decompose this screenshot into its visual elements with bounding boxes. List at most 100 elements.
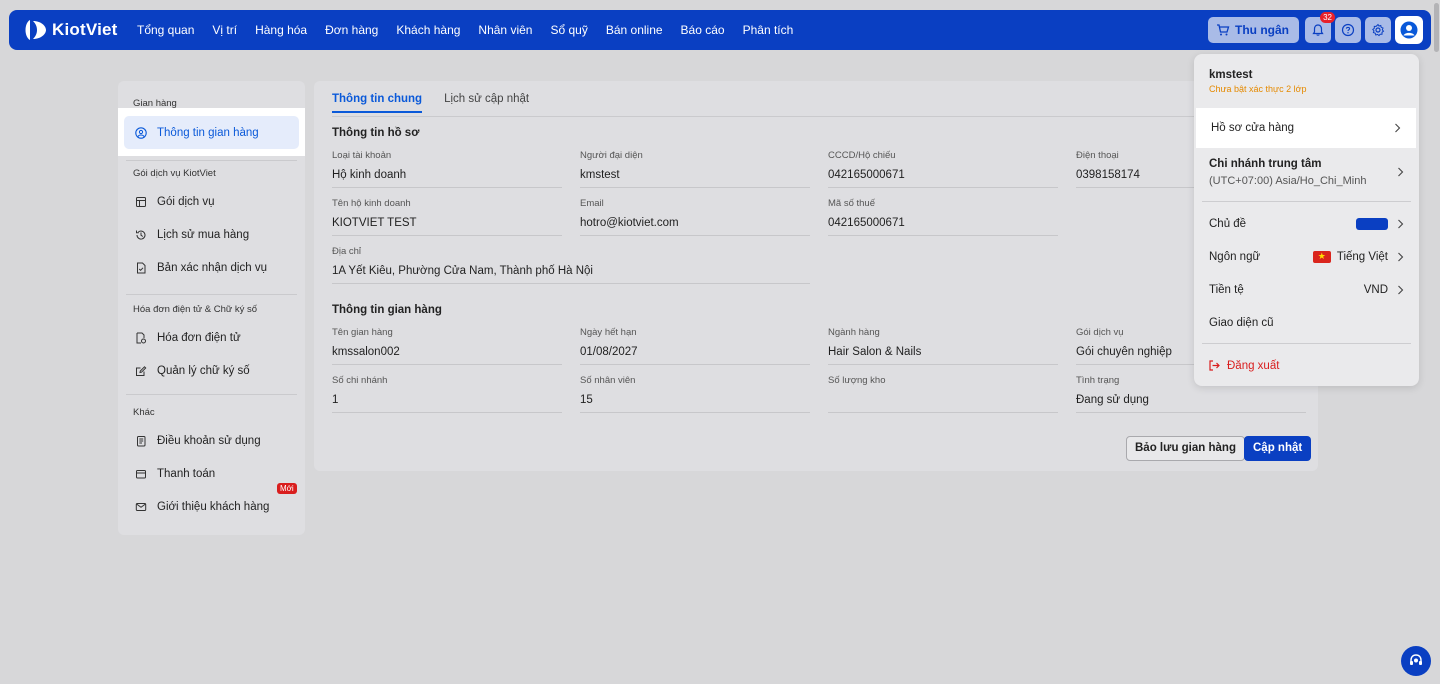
username: kmstest (1209, 69, 1253, 81)
menu-item-label: Hồ sơ cửa hàng (1211, 122, 1295, 134)
nav-item-so-quy[interactable]: Sổ quỹ (550, 23, 587, 37)
settings-button[interactable] (1365, 17, 1391, 43)
field-value (828, 389, 1058, 413)
menu-item-logout[interactable]: Đăng xuất (1194, 349, 1419, 382)
nav-item-ban-online[interactable]: Bán online (606, 23, 663, 37)
sidebar-item-label: Giới thiệu khách hàng (157, 501, 270, 513)
sidebar-item-referral[interactable]: Giới thiệu khách hàng Mới (124, 483, 299, 523)
menu-item-branch[interactable]: Chi nhánh trung tâm (UTC+07:00) Asia/Ho_… (1194, 152, 1419, 192)
divider (1202, 343, 1411, 344)
notification-button[interactable]: 32 (1305, 12, 1335, 43)
chevron-right-icon (1398, 285, 1404, 294)
menu-item-old-ui[interactable]: Giao diện cũ (1194, 306, 1419, 339)
backup-store-button[interactable]: Bảo lưu gian hàng (1126, 436, 1245, 461)
sidebar-item-einvoice[interactable]: Hóa đơn điện tử (124, 322, 299, 354)
document-check-icon (137, 262, 146, 274)
logout-icon (1209, 360, 1220, 371)
user-info: kmstest Chưa bật xác thực 2 lớp (1209, 69, 1307, 94)
cashier-button[interactable]: Thu ngân (1208, 17, 1299, 43)
field-value: kmssalon002 (332, 341, 562, 365)
chevron-right-icon (1398, 167, 1404, 177)
nav-item-hang-hoa[interactable]: Hàng hóa (255, 23, 307, 37)
sidebar-item-service-confirmation[interactable]: Bản xác nhận dịch vụ (124, 252, 299, 284)
field-label: Số chi nhánh (332, 375, 388, 386)
field-label: Người đại diện (580, 150, 643, 161)
field-value: Hair Salon & Nails (828, 341, 1058, 365)
field-value: hotro@kiotviet.com (580, 212, 810, 236)
menu-item-store-profile[interactable]: Hồ sơ cửa hàng (1196, 108, 1416, 148)
sidebar-item-store-info[interactable]: Thông tin gian hàng (124, 116, 299, 149)
user-avatar-button[interactable] (1395, 16, 1423, 44)
cashier-label: Thu ngân (1235, 23, 1289, 37)
chevron-right-icon (1398, 219, 1404, 228)
profile-section-title: Thông tin hồ sơ (332, 127, 420, 139)
field-label: Địa chỉ (332, 246, 362, 257)
headset-icon (1410, 654, 1422, 665)
user-circle-icon (135, 126, 147, 139)
field-label: Loại tài khoản (332, 150, 392, 161)
field-label: Ngành hàng (828, 327, 880, 338)
nav-item-don-hang[interactable]: Đơn hàng (325, 23, 378, 37)
field-tax-code: Mã số thuế 042165000671 (828, 198, 1058, 236)
bell-icon (1312, 24, 1324, 36)
sidebar-item-terms[interactable]: Điều khoản sử dụng (124, 425, 299, 457)
chevron-right-icon (1395, 123, 1401, 133)
nav-item-tong-quan[interactable]: Tổng quan (137, 23, 194, 37)
gear-icon (1372, 23, 1385, 37)
document-list-icon (137, 436, 146, 447)
top-navbar: KiotViet Tổng quan Vị trí Hàng hóa Đơn h… (9, 10, 1431, 50)
field-label: Tên gian hàng (332, 327, 393, 338)
field-label: CCCD/Hộ chiếu (828, 150, 896, 161)
kiotviet-logo[interactable]: KiotViet (21, 17, 137, 43)
sidebar-item-service-package[interactable]: Gói dịch vụ (124, 186, 299, 218)
menu-item-theme[interactable]: Chủ đề (1194, 207, 1419, 240)
nav-item-nhan-vien[interactable]: Nhân viên (478, 23, 532, 37)
main-nav: Tổng quan Vị trí Hàng hóa Đơn hàng Khách… (137, 10, 811, 50)
language-value: Tiếng Việt (1336, 250, 1388, 263)
field-label: Số lượng kho (828, 375, 886, 386)
update-button[interactable]: Cập nhật (1244, 436, 1312, 461)
branch-timezone: (UTC+07:00) Asia/Ho_Chi_Minh (1209, 174, 1367, 187)
sidebar-item-payment[interactable]: Thanh toán (124, 458, 299, 490)
invoice-icon (136, 332, 146, 344)
field-employee-count: Số nhân viên 15 (580, 375, 810, 413)
scrollbar-track[interactable] (1433, 0, 1440, 684)
sidebar-item-digital-signature[interactable]: Quản lý chữ ký số (124, 355, 299, 387)
tab-divider (332, 116, 1318, 117)
nav-item-bao-cao[interactable]: Báo cáo (681, 23, 725, 37)
field-id-card: CCCD/Hộ chiếu 042165000671 (828, 150, 1058, 188)
store-info-panel: Thông tin chung Lịch sử cập nhật Thông t… (314, 81, 1318, 471)
brand-name: KiotViet (52, 20, 118, 39)
store-section-title: Thông tin gian hàng (332, 304, 442, 316)
nav-item-phan-tich[interactable]: Phân tích (743, 23, 794, 37)
branch-name: Chi nhánh trung tâm (1209, 157, 1322, 170)
field-value: KIOTVIET TEST (332, 212, 562, 236)
help-icon (1341, 23, 1355, 37)
field-warehouse-count: Số lượng kho (828, 375, 1058, 413)
field-label: Số nhân viên (580, 375, 636, 386)
scrollbar-thumb[interactable] (1434, 3, 1439, 52)
menu-item-currency[interactable]: Tiền tệ VND (1194, 273, 1419, 306)
tab-update-history[interactable]: Lịch sử cập nhật (444, 93, 529, 113)
nav-item-vi-tri[interactable]: Vị trí (212, 23, 237, 37)
sidebar-item-label: Hóa đơn điện tử (157, 332, 241, 344)
field-label: Tên hộ kinh doanh (332, 198, 411, 209)
nav-item-khach-hang[interactable]: Khách hàng (396, 23, 460, 37)
field-business-name: Tên hộ kinh doanh KIOTVIET TEST (332, 198, 562, 236)
field-label: Ngày hết hạn (580, 327, 637, 338)
sidebar-item-label: Lịch sử mua hàng (157, 229, 250, 241)
help-button[interactable] (1335, 17, 1361, 43)
field-value: 1 (332, 389, 562, 413)
vietnam-flag-icon: ★ (1312, 250, 1331, 263)
field-address: Địa chỉ 1A Yết Kiêu, Phường Cửa Nam, Thà… (332, 246, 810, 284)
sidebar-item-label: Bản xác nhận dịch vụ (157, 262, 267, 274)
user-icon (1400, 21, 1418, 39)
sidebar-item-purchase-history[interactable]: Lịch sử mua hàng (124, 219, 299, 251)
tab-general-info[interactable]: Thông tin chung (332, 93, 423, 113)
kiotviet-logo-icon (25, 20, 46, 40)
tab-bar: Thông tin chung Lịch sử cập nhật (332, 93, 551, 113)
notification-badge: 32 (1320, 12, 1335, 23)
menu-item-language[interactable]: Ngôn ngữ ★ Tiếng Việt (1194, 240, 1419, 273)
support-chat-button[interactable] (1401, 646, 1431, 676)
menu-item-label: Giao diện cũ (1209, 316, 1274, 329)
